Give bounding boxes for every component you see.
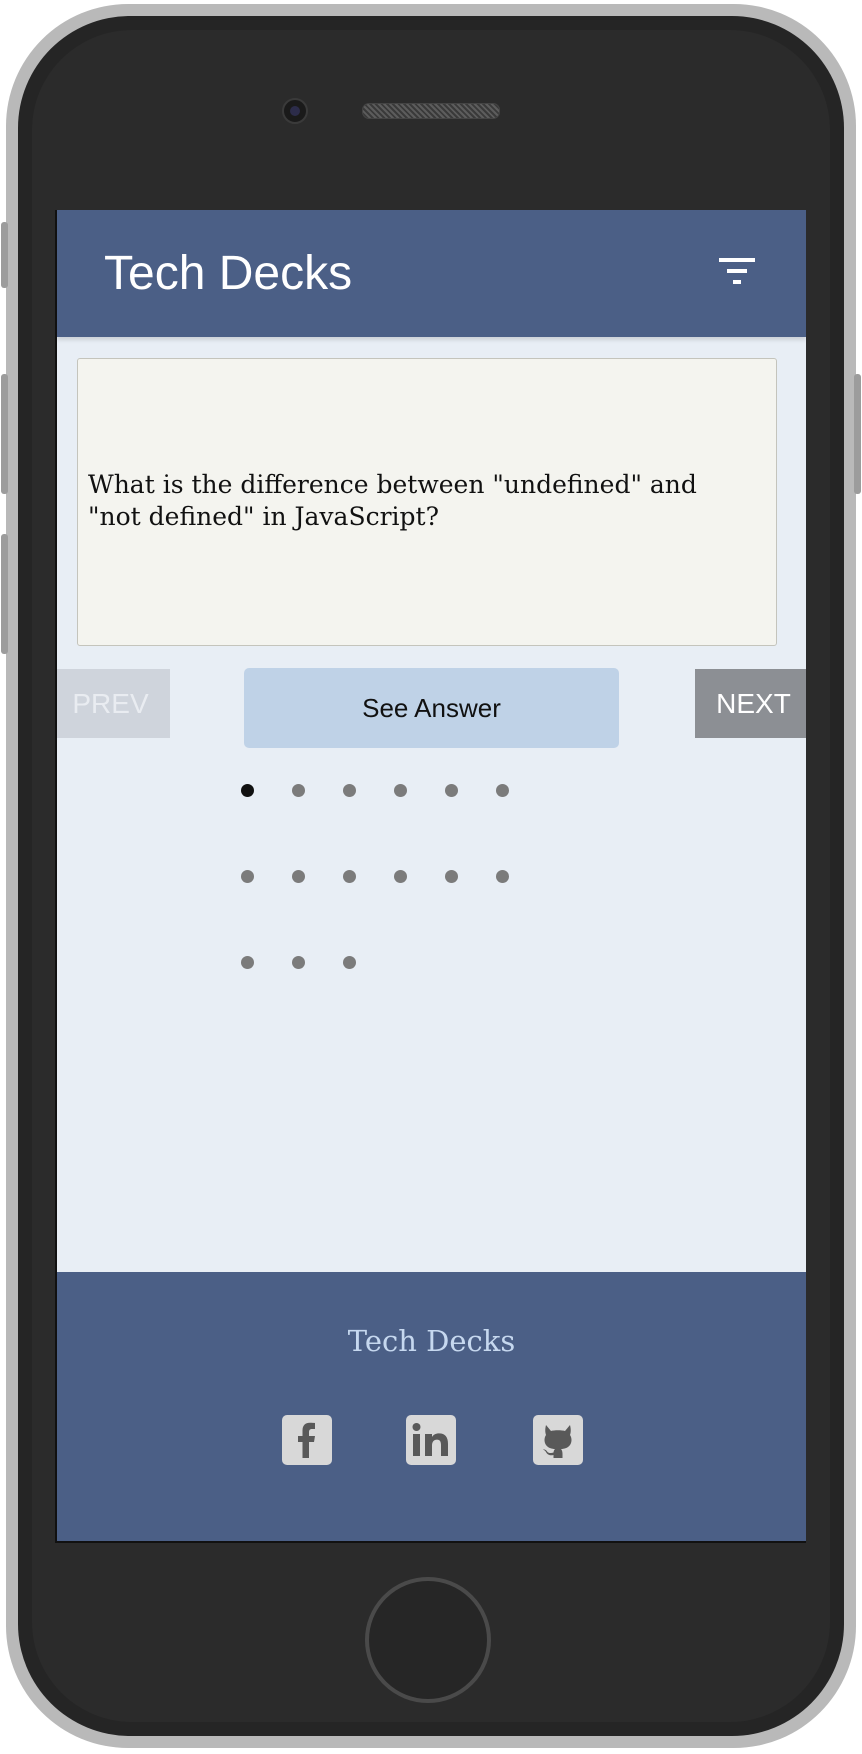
app-title: Tech Decks <box>104 247 353 300</box>
pagination-dot[interactable] <box>292 784 305 797</box>
pagination-dot[interactable] <box>241 870 254 883</box>
see-answer-button[interactable]: See Answer <box>244 668 619 748</box>
phone-volume-up-button <box>1 374 8 494</box>
next-button[interactable]: NEXT <box>695 669 806 738</box>
pagination-dot[interactable] <box>445 870 458 883</box>
app-header: Tech Decks <box>57 210 806 337</box>
phone-side-button <box>1 222 8 288</box>
footer-title: Tech Decks <box>347 1324 516 1358</box>
app-screen: Tech Decks What is the difference betwee… <box>55 210 806 1543</box>
github-icon[interactable] <box>533 1415 583 1465</box>
phone-power-button <box>854 374 861 494</box>
pagination-dot[interactable] <box>343 870 356 883</box>
earpiece-speaker <box>362 103 500 119</box>
pagination-dot[interactable] <box>241 956 254 969</box>
linkedin-icon[interactable] <box>406 1415 456 1465</box>
pagination-dot[interactable] <box>343 956 356 969</box>
pagination-dot[interactable] <box>292 870 305 883</box>
facebook-icon[interactable] <box>282 1415 332 1465</box>
pagination-dot[interactable] <box>292 956 305 969</box>
flashcard[interactable]: What is the difference between "undefine… <box>77 358 777 646</box>
pagination-dot[interactable] <box>394 870 407 883</box>
front-camera <box>282 98 308 124</box>
question-text: What is the difference between "undefine… <box>88 470 697 531</box>
pagination-dot[interactable] <box>496 870 509 883</box>
pagination-dot[interactable] <box>496 784 509 797</box>
prev-button[interactable]: PREV <box>57 669 170 738</box>
pagination-dot[interactable] <box>343 784 356 797</box>
pagination-dot[interactable] <box>394 784 407 797</box>
pagination-dot[interactable] <box>241 784 254 797</box>
footer: Tech Decks <box>57 1272 806 1541</box>
footer-link-clipped <box>257 1530 487 1541</box>
home-button[interactable] <box>365 1577 491 1703</box>
phone-volume-down-button <box>1 534 8 654</box>
pagination-dot[interactable] <box>445 784 458 797</box>
filter-list-icon[interactable] <box>719 258 759 288</box>
